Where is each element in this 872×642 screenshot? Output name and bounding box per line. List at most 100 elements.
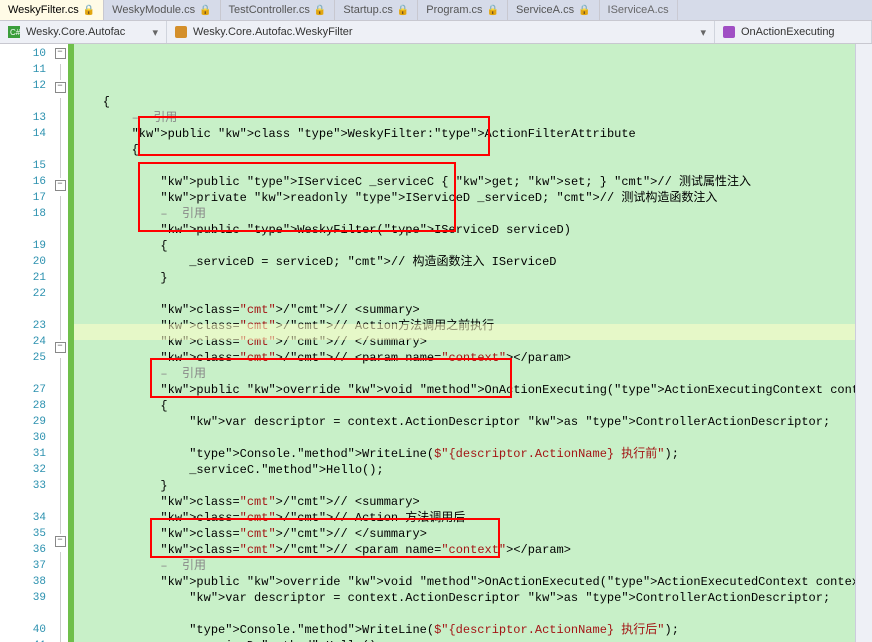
tab-startup[interactable]: Startup.cs 🔒 [335,0,418,20]
code-line[interactable]: "kw">public "kw">class "type">WeskyFilte… [74,126,855,142]
line-number: 21 [0,270,46,286]
code-line[interactable]: – 引用 [74,110,855,126]
class-icon [175,26,187,38]
code-line[interactable]: – 引用 [74,366,855,382]
code-line[interactable]: "kw">class="cmt">/"cmt">// </summary> [74,526,855,542]
line-number [0,494,46,510]
code-line[interactable]: "kw">class="cmt">/"cmt">// </summary> [74,334,855,350]
code-line[interactable]: "kw">public "type">IServiceC _serviceC {… [74,174,855,190]
line-number [0,222,46,238]
code-line[interactable]: "kw">public "type">WeskyFilter("type">IS… [74,222,855,238]
lock-icon: 🔒 [578,5,590,16]
line-number: 25 [0,350,46,366]
code-line[interactable]: { [74,94,855,110]
code-editor[interactable]: 1011121314151617181920212223242527282930… [0,44,872,642]
breadcrumb-class-label: Wesky.Core.Autofac.WeskyFilter [193,26,353,38]
lock-icon: 🔒 [83,5,95,16]
code-line[interactable]: "kw">class="cmt">/"cmt">// <summary> [74,494,855,510]
tab-iservicea[interactable]: IServiceA.cs [600,0,678,20]
code-line[interactable]: "kw">var descriptor = context.ActionDesc… [74,414,855,430]
code-line[interactable]: – 引用 [74,558,855,574]
code-line[interactable]: "kw">class="cmt">/"cmt">// <param name="… [74,350,855,366]
line-number: 15 [0,158,46,174]
code-line[interactable]: { [74,142,855,158]
tab-label: WeskyFilter.cs [8,4,79,16]
code-line[interactable]: "kw">class="cmt">/"cmt">// <summary> [74,302,855,318]
breadcrumb-project-label: Wesky.Core.Autofac [26,26,125,38]
code-line[interactable]: "kw">private "kw">readonly "type">IServi… [74,190,855,206]
lock-icon: 🔒 [397,5,409,16]
fold-toggle-icon[interactable]: − [55,342,66,353]
line-number: 31 [0,446,46,462]
line-number: 39 [0,590,46,606]
tab-label: Startup.cs [343,4,393,16]
tab-weskyfilter[interactable]: WeskyFilter.cs 🔒 [0,0,104,20]
fold-toggle-icon[interactable]: − [55,180,66,191]
code-line[interactable]: "kw">var descriptor = context.ActionDesc… [74,590,855,606]
breadcrumb-class[interactable]: Wesky.Core.Autofac.WeskyFilter ▾ [167,21,715,43]
tab-label: WeskyModule.cs [112,4,195,16]
code-line[interactable]: { [74,238,855,254]
code-line[interactable]: } [74,270,855,286]
line-number: 27 [0,382,46,398]
fold-toggle-icon[interactable]: − [55,536,66,547]
line-number: 13 [0,110,46,126]
code-line[interactable]: "kw">class="cmt">/"cmt">// Action方法调用之前执… [74,318,855,334]
fold-toggle-icon[interactable]: − [55,48,66,59]
vertical-scrollbar[interactable] [855,44,872,642]
code-line[interactable]: { [74,398,855,414]
tab-testcontroller[interactable]: TestController.cs 🔒 [221,0,336,20]
line-number [0,142,46,158]
line-number [0,606,46,622]
code-line[interactable]: "type">Console."method">WriteLine($"{des… [74,446,855,462]
line-number: 10 [0,46,46,62]
code-line[interactable] [74,286,855,302]
code-line[interactable]: – 引用 [74,206,855,222]
line-number: 18 [0,206,46,222]
breadcrumb-project[interactable]: C# Wesky.Core.Autofac ▾ [0,21,167,43]
line-number: 22 [0,286,46,302]
line-number: 20 [0,254,46,270]
code-line[interactable]: "kw">public "kw">override "kw">void "met… [74,382,855,398]
code-line[interactable] [74,158,855,174]
line-number: 30 [0,430,46,446]
line-number: 38 [0,574,46,590]
editor-root: WeskyFilter.cs 🔒 WeskyModule.cs 🔒 TestCo… [0,0,872,642]
code-line[interactable] [74,606,855,622]
code-line[interactable]: "kw">class="cmt">/"cmt">// <param name="… [74,542,855,558]
chevron-down-icon: ▾ [700,26,706,39]
code-line[interactable]: "kw">class="cmt">/"cmt">// Action 方法调用后 [74,510,855,526]
tab-program[interactable]: Program.cs 🔒 [418,0,508,20]
code-line[interactable]: } [74,478,855,494]
code-line[interactable]: _serviceD."method">Hello(); [74,638,855,642]
line-number: 34 [0,510,46,526]
tab-label: IServiceA.cs [608,4,669,16]
line-number: 17 [0,190,46,206]
line-number: 23 [0,318,46,334]
breadcrumb-member-label: OnActionExecuting [741,26,835,38]
line-number: 36 [0,542,46,558]
code-line[interactable]: _serviceC."method">Hello(); [74,462,855,478]
line-number: 24 [0,334,46,350]
line-number: 40 [0,622,46,638]
code-area[interactable]: { – 引用 "kw">public "kw">class "type">Wes… [74,44,855,642]
line-number [0,366,46,382]
code-line[interactable] [74,430,855,446]
lock-icon: 🔒 [487,5,499,16]
code-line[interactable]: "kw">public "kw">override "kw">void "met… [74,574,855,590]
line-number: 16 [0,174,46,190]
line-number: 41 [0,638,46,642]
tab-weskymodule[interactable]: WeskyModule.cs 🔒 [104,0,220,20]
code-line[interactable]: "type">Console."method">WriteLine($"{des… [74,622,855,638]
line-number: 32 [0,462,46,478]
line-number: 35 [0,526,46,542]
line-number: 37 [0,558,46,574]
breadcrumb-member[interactable]: OnActionExecuting [715,21,872,43]
tab-label: Program.cs [426,4,482,16]
code-line[interactable]: _serviceD = serviceD; "cmt">// 构造函数注入 IS… [74,254,855,270]
fold-gutter[interactable]: −−−−−−− [52,44,68,642]
csharp-project-icon: C# [8,26,20,38]
tab-servicea[interactable]: ServiceA.cs 🔒 [508,0,600,20]
line-number: 33 [0,478,46,494]
fold-toggle-icon[interactable]: − [55,82,66,93]
